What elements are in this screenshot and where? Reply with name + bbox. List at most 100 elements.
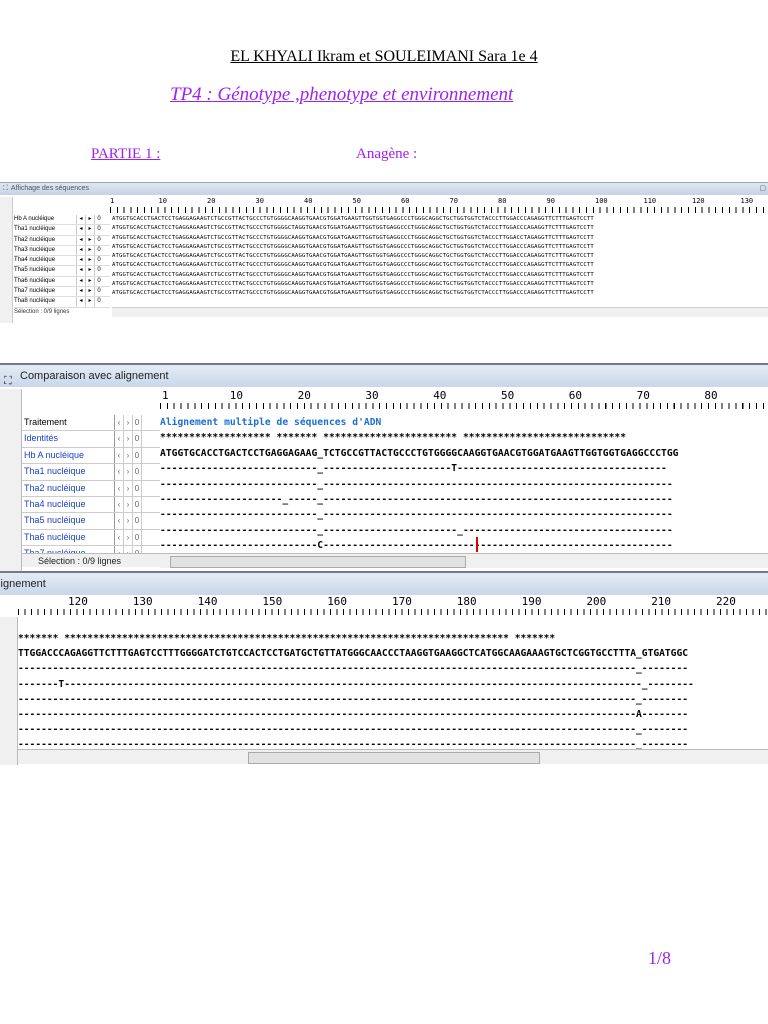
scroll-left-icon[interactable]: ◂ bbox=[76, 287, 85, 297]
scrollbar-thumb[interactable] bbox=[248, 752, 540, 764]
ruler-label: 60 bbox=[568, 389, 583, 402]
sequence-display-window: ⛶ Affichage des séquences ▢ 1 10 20 30 40 50 60… bbox=[0, 182, 768, 323]
sequence-row-label[interactable]: Tha3 nucléique ◂ ▸ 0 bbox=[14, 245, 110, 257]
sequence-row-label[interactable]: Tha2 nucléique ‹ › 0 bbox=[22, 480, 160, 497]
alignment-sequence: ---------------------------_------------… bbox=[160, 524, 673, 536]
horizontal-scrollbar[interactable] bbox=[18, 749, 768, 764]
scroll-left-icon[interactable]: ‹ bbox=[115, 447, 124, 464]
sequence-name: Hb A nucléique bbox=[14, 216, 55, 222]
ruler-label: 190 bbox=[521, 595, 542, 608]
ruler-label: 60 bbox=[401, 197, 410, 205]
scroll-right-icon[interactable]: › bbox=[124, 496, 133, 513]
scroll-right-icon[interactable]: ▸ bbox=[85, 276, 94, 287]
offset-value: 0 bbox=[94, 215, 103, 225]
scroll-left-icon[interactable]: ◂ bbox=[76, 297, 85, 307]
alignment-window-continued: alignement 120 130 140 150 160 170 180 190 200 21… bbox=[0, 571, 768, 765]
sequence-name: Tha6 nucléique bbox=[22, 529, 115, 546]
scroll-left-icon[interactable]: ◂ bbox=[76, 235, 85, 245]
alignment-sequence: ----------------------------------------… bbox=[18, 708, 689, 720]
app-icon: ⛶ bbox=[4, 375, 12, 388]
scroll-right-icon[interactable]: ▸ bbox=[85, 256, 94, 266]
ruler-ticks bbox=[110, 207, 768, 213]
scroll-right-icon[interactable]: ▸ bbox=[85, 245, 94, 256]
sequence-row-label[interactable]: Identités ‹ › 0 bbox=[22, 431, 160, 448]
offset-value: 0 bbox=[133, 415, 142, 431]
sequence-row-label[interactable]: Tha1 nucléique ‹ › 0 bbox=[22, 464, 160, 481]
scroll-right-icon[interactable]: › bbox=[124, 464, 133, 480]
sequence-row-label[interactable]: Tha5 nucléique ‹ › 0 bbox=[22, 513, 160, 530]
ruler-label: 180 bbox=[456, 595, 477, 608]
sequence-name: Tha2 nucléique bbox=[22, 480, 115, 496]
scroll-right-icon[interactable]: › bbox=[124, 529, 133, 546]
sequence-row-label[interactable]: Hb A nucléique ◂ ▸ 0 bbox=[14, 215, 110, 226]
scroll-right-icon[interactable]: ▸ bbox=[85, 297, 94, 307]
ruler-label: 220 bbox=[716, 595, 736, 608]
ruler-label: 90 bbox=[546, 197, 555, 205]
sequence-text: ATGGTGCACCTGACTCCTGAGGAGAAGTCTGCCGTTACTG… bbox=[112, 234, 594, 241]
scroll-left-icon[interactable]: ‹ bbox=[115, 415, 124, 431]
scroll-left-icon[interactable]: ‹ bbox=[115, 529, 124, 546]
sequence-name: Tha6 nucléique bbox=[14, 277, 56, 284]
offset-value: 0 bbox=[94, 276, 103, 287]
sequence-row-label[interactable]: Tha4 nucléique ‹ › 0 bbox=[22, 496, 160, 514]
scrollbar-thumb[interactable] bbox=[170, 556, 466, 568]
sequence-text: ATGGTGCACCTGACTCCTGAGGAGAAGTCTGCCGTTACTG… bbox=[112, 253, 594, 260]
scroll-left-icon[interactable]: ◂ bbox=[76, 245, 85, 256]
sequence-name: Identités bbox=[22, 431, 115, 447]
sequence-name: Tha4 nucléique bbox=[22, 496, 115, 513]
sequence-row-label[interactable]: Hb A nucléique ‹ › 0 bbox=[22, 447, 160, 465]
horizontal-scrollbar[interactable] bbox=[160, 553, 768, 568]
ruler-label: 30 bbox=[255, 197, 264, 205]
scroll-right-icon[interactable]: › bbox=[124, 415, 133, 431]
alignment-sequence: ******* ********************************… bbox=[18, 633, 556, 644]
text-cursor bbox=[476, 537, 478, 552]
scroll-right-icon[interactable]: ▸ bbox=[85, 287, 94, 297]
scroll-right-icon[interactable]: ▸ bbox=[85, 215, 94, 225]
sequence-row-label[interactable]: Tha6 nucléique ‹ › 0 bbox=[22, 529, 160, 547]
sequence-row-label[interactable]: Traitement ‹ › 0 bbox=[22, 415, 160, 432]
scroll-left-icon[interactable]: ‹ bbox=[115, 464, 124, 480]
scroll-right-icon[interactable]: ▸ bbox=[85, 266, 94, 276]
scroll-left-icon[interactable]: ‹ bbox=[115, 513, 124, 529]
alignment-sequence: ----------------------------------------… bbox=[18, 724, 689, 736]
alignment-list: ******* ********************************… bbox=[18, 631, 768, 753]
scroll-left-icon[interactable]: ‹ bbox=[115, 480, 124, 496]
alignment-sequence: ----------------------------------------… bbox=[18, 663, 689, 675]
sequence-row-label[interactable]: Tha6 nucléique ◂ ▸ 0 bbox=[14, 276, 110, 288]
scroll-left-icon[interactable]: ◂ bbox=[76, 225, 85, 235]
close-icon[interactable]: ▢ bbox=[759, 183, 766, 195]
sequence-row-label[interactable]: Tha5 nucléique ◂ ▸ 0 bbox=[14, 266, 110, 277]
scroll-right-icon[interactable]: › bbox=[124, 447, 133, 464]
scroll-right-icon[interactable]: ▸ bbox=[85, 235, 94, 245]
scroll-right-icon[interactable]: › bbox=[124, 431, 133, 447]
ruler-label: 70 bbox=[449, 197, 458, 205]
scroll-right-icon[interactable]: ▸ bbox=[85, 225, 94, 235]
sequence-name: Tha5 nucléique bbox=[14, 267, 56, 274]
scroll-left-icon[interactable]: ‹ bbox=[115, 431, 124, 447]
sequence-row-label[interactable]: Tha7 nucléique ◂ ▸ 0 bbox=[14, 287, 110, 298]
ruler-label: 200 bbox=[586, 595, 607, 608]
scroll-left-icon[interactable]: ◂ bbox=[76, 256, 85, 266]
scroll-right-icon[interactable]: › bbox=[124, 480, 133, 496]
scroll-left-icon[interactable]: ◂ bbox=[76, 276, 85, 287]
ruler-label: 10 bbox=[158, 197, 167, 205]
alignment-list: Alignement multiple de séquences d'ADN **… bbox=[160, 415, 768, 554]
sequence-row-label[interactable]: Tha4 nucléique ◂ ▸ 0 bbox=[14, 256, 110, 267]
position-ruler: 1 10 20 30 40 50 60 70 80 bbox=[160, 389, 768, 411]
ruler-label: 40 bbox=[433, 389, 447, 402]
ruler-label: 20 bbox=[207, 197, 216, 205]
horizontal-scrollbar[interactable] bbox=[112, 307, 768, 317]
sequence-row-label[interactable]: Tha1 nucléique ◂ ▸ 0 bbox=[14, 225, 110, 236]
sequence-text: ATGGTGCACCTGACTCCTGAGGAGAAGTCTGCCGTTACTG… bbox=[112, 216, 594, 222]
offset-value: 0 bbox=[94, 245, 103, 256]
scroll-left-icon[interactable]: ◂ bbox=[76, 266, 85, 276]
sequence-name-list: Hb A nucléique ◂ ▸ 0 Tha1 nucléique ◂ ▸ 0 Tha2 n… bbox=[14, 215, 110, 308]
sequence-text: ATGGTGCACCTGACTCCTGAGGAGAAGTCTGCCGTTACTG… bbox=[112, 225, 594, 232]
scroll-left-icon[interactable]: ◂ bbox=[76, 215, 85, 225]
ruler-label: 160 bbox=[327, 595, 348, 608]
sequence-row-label[interactable]: Tha2 nucléique ◂ ▸ 0 bbox=[14, 235, 110, 246]
sequence-text: ATGGTGCACCTGACTCCTGAGGAGAAGTCTCCCCTTACTG… bbox=[112, 281, 594, 288]
sequence-row-label[interactable]: Tha8 nucléique ◂ ▸ 0 bbox=[14, 297, 110, 308]
scroll-right-icon[interactable]: › bbox=[124, 513, 133, 529]
scroll-left-icon[interactable]: ‹ bbox=[115, 496, 124, 513]
